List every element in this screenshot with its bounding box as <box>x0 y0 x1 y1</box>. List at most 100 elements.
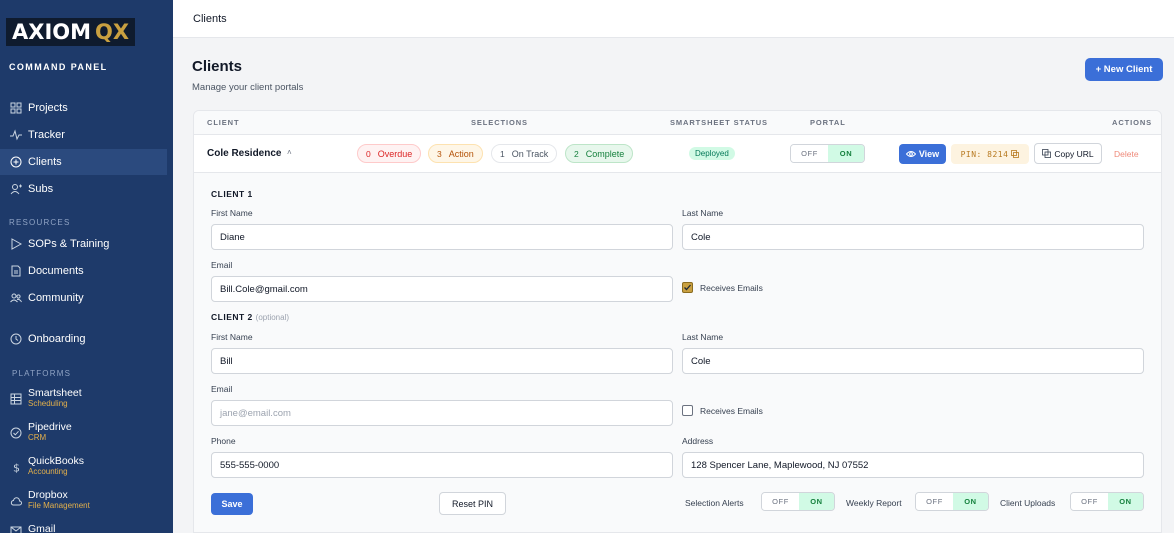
client2-email-field[interactable]: jane@email.com <box>211 400 673 426</box>
page-title: Clients <box>192 58 243 75</box>
dollar-icon: $ <box>10 460 22 475</box>
selection-alerts-toggle[interactable]: OFF ON <box>761 492 835 511</box>
sidebar: AXIOM QX COMMAND PANEL Projects Tracker … <box>0 0 173 533</box>
toggle-on[interactable]: ON <box>1107 493 1143 510</box>
sidebar-item-documents[interactable]: Documents <box>0 258 167 284</box>
status-badge: Deployed <box>689 147 735 160</box>
table-row[interactable]: Cole Residence ˄ 0 Overdue 3 Action 1 On… <box>194 135 1161 173</box>
section-label-platforms: PLATFORMS <box>12 369 72 378</box>
platform-sub: Scheduling <box>28 399 68 408</box>
checkbox-checked[interactable] <box>682 282 693 293</box>
sidebar-item-label: Onboarding <box>28 333 86 345</box>
brand-name-accent: QX <box>95 20 130 44</box>
column-header-selections: SELECTIONS <box>471 118 528 127</box>
pill-count: 2 <box>574 148 579 159</box>
toggle-on[interactable]: ON <box>798 493 834 510</box>
users-icon <box>10 292 22 304</box>
copy-url-button[interactable]: Copy URL <box>1034 143 1102 164</box>
sidebar-item-gmail[interactable]: Gmail <box>10 523 55 533</box>
brand-subtitle: COMMAND PANEL <box>9 62 108 72</box>
client2-first-name-field[interactable]: Bill <box>211 348 673 374</box>
play-icon <box>10 238 23 250</box>
client1-first-name-field[interactable]: Diane <box>211 224 673 250</box>
email-label: Email <box>211 384 233 394</box>
eye-icon <box>905 150 916 158</box>
chevron-up-icon[interactable]: ˄ <box>287 148 292 157</box>
selection-action-pill[interactable]: 3 Action <box>428 144 483 163</box>
sidebar-item-pipedrive[interactable]: Pipedrive CRM <box>10 422 72 442</box>
toggle-off[interactable]: OFF <box>791 145 828 162</box>
pill-label: Action <box>448 148 474 159</box>
copy-icon[interactable] <box>1011 150 1020 158</box>
table-icon <box>10 392 22 405</box>
activity-icon <box>10 129 22 141</box>
client2-heading: CLIENT 2 (optional) <box>211 312 289 322</box>
sidebar-item-dropbox[interactable]: Dropbox File Management <box>10 490 90 510</box>
pill-count: 1 <box>500 148 505 159</box>
checkbox-label: Receives Emails <box>700 282 763 293</box>
address-field[interactable]: 128 Spencer Lane, Maplewood, NJ 07552 <box>682 452 1144 478</box>
sidebar-item-smartsheet[interactable]: Smartsheet Scheduling <box>10 388 82 408</box>
platform-name: Dropbox <box>28 489 68 501</box>
delete-link[interactable]: Delete <box>1114 149 1139 159</box>
new-client-button[interactable]: + New Client <box>1085 58 1163 81</box>
pill-label: Complete <box>585 148 625 159</box>
section-label-resources: RESOURCES <box>9 218 71 227</box>
pin-value: PIN: 8214 <box>960 149 1009 159</box>
toggle-off[interactable]: OFF <box>916 493 953 510</box>
page-subtitle: Manage your client portals <box>192 82 304 93</box>
client2-last-name-field[interactable]: Cole <box>682 348 1144 374</box>
pill-count: 0 <box>366 148 371 159</box>
client-uploads-label: Client Uploads <box>1000 498 1056 508</box>
optional-label: (optional) <box>255 313 290 322</box>
client1-receives-emails-checkbox[interactable]: Receives Emails <box>682 282 763 293</box>
toggle-on[interactable]: ON <box>952 493 988 510</box>
save-button[interactable]: Save <box>211 493 253 515</box>
document-icon <box>10 265 22 277</box>
email-label: Email <box>211 260 233 270</box>
mail-icon <box>10 523 22 533</box>
brand-logo[interactable]: AXIOM QX <box>6 18 136 46</box>
clock-icon <box>10 333 22 345</box>
client1-heading: CLIENT 1 <box>211 189 253 199</box>
selection-on-track-pill[interactable]: 1 On Track <box>491 144 558 163</box>
selection-overdue-pill[interactable]: 0 Overdue <box>357 144 422 163</box>
sidebar-item-onboarding[interactable]: Onboarding <box>0 326 167 352</box>
column-header-portal: PORTAL <box>810 118 846 127</box>
sidebar-item-sops[interactable]: SOPs & Training <box>0 231 167 257</box>
view-button[interactable]: View <box>899 144 946 164</box>
client2-receives-emails-checkbox[interactable]: Receives Emails <box>682 405 763 416</box>
brand-name: AXIOM <box>12 20 92 44</box>
pill-label: On Track <box>511 148 549 159</box>
client1-email-field[interactable]: Bill.Cole@gmail.com <box>211 276 673 302</box>
sidebar-item-community[interactable]: Community <box>0 285 167 311</box>
selection-complete-pill[interactable]: 2 Complete <box>565 144 634 163</box>
sidebar-item-quickbooks[interactable]: $ QuickBooks Accounting <box>10 456 84 477</box>
selection-alerts-label: Selection Alerts <box>685 498 744 508</box>
toggle-off[interactable]: OFF <box>762 493 799 510</box>
sidebar-item-label: Tracker <box>28 129 65 141</box>
client-name[interactable]: Cole Residence <box>207 148 281 159</box>
client2-title: CLIENT 2 <box>211 312 253 322</box>
copy-url-label: Copy URL <box>1054 148 1094 159</box>
client1-last-name-field[interactable]: Cole <box>682 224 1144 250</box>
plus-circle-icon <box>10 156 22 168</box>
platform-sub: File Management <box>28 501 90 510</box>
weekly-report-toggle[interactable]: OFF ON <box>915 492 989 511</box>
checkbox-unchecked[interactable] <box>682 405 693 416</box>
toggle-on[interactable]: ON <box>827 145 864 162</box>
phone-label: Phone <box>211 436 236 446</box>
portal-toggle[interactable]: OFF ON <box>790 144 865 163</box>
sidebar-item-label: Documents <box>28 265 84 277</box>
toggle-off[interactable]: OFF <box>1071 493 1108 510</box>
sidebar-item-projects[interactable]: Projects <box>0 95 167 121</box>
client-edit-form: CLIENT 1 First Name Diane Last Name Cole… <box>194 173 1161 532</box>
client-uploads-toggle[interactable]: OFF ON <box>1070 492 1144 511</box>
pin-badge[interactable]: PIN: 8214 <box>951 144 1029 164</box>
reset-pin-button[interactable]: Reset PIN <box>439 492 506 515</box>
phone-field[interactable]: 555-555-0000 <box>211 452 673 478</box>
sidebar-item-clients[interactable]: Clients <box>0 149 167 175</box>
view-label: View <box>918 149 940 159</box>
sidebar-item-tracker[interactable]: Tracker <box>0 122 167 148</box>
sidebar-item-subs[interactable]: Subs <box>0 176 167 202</box>
